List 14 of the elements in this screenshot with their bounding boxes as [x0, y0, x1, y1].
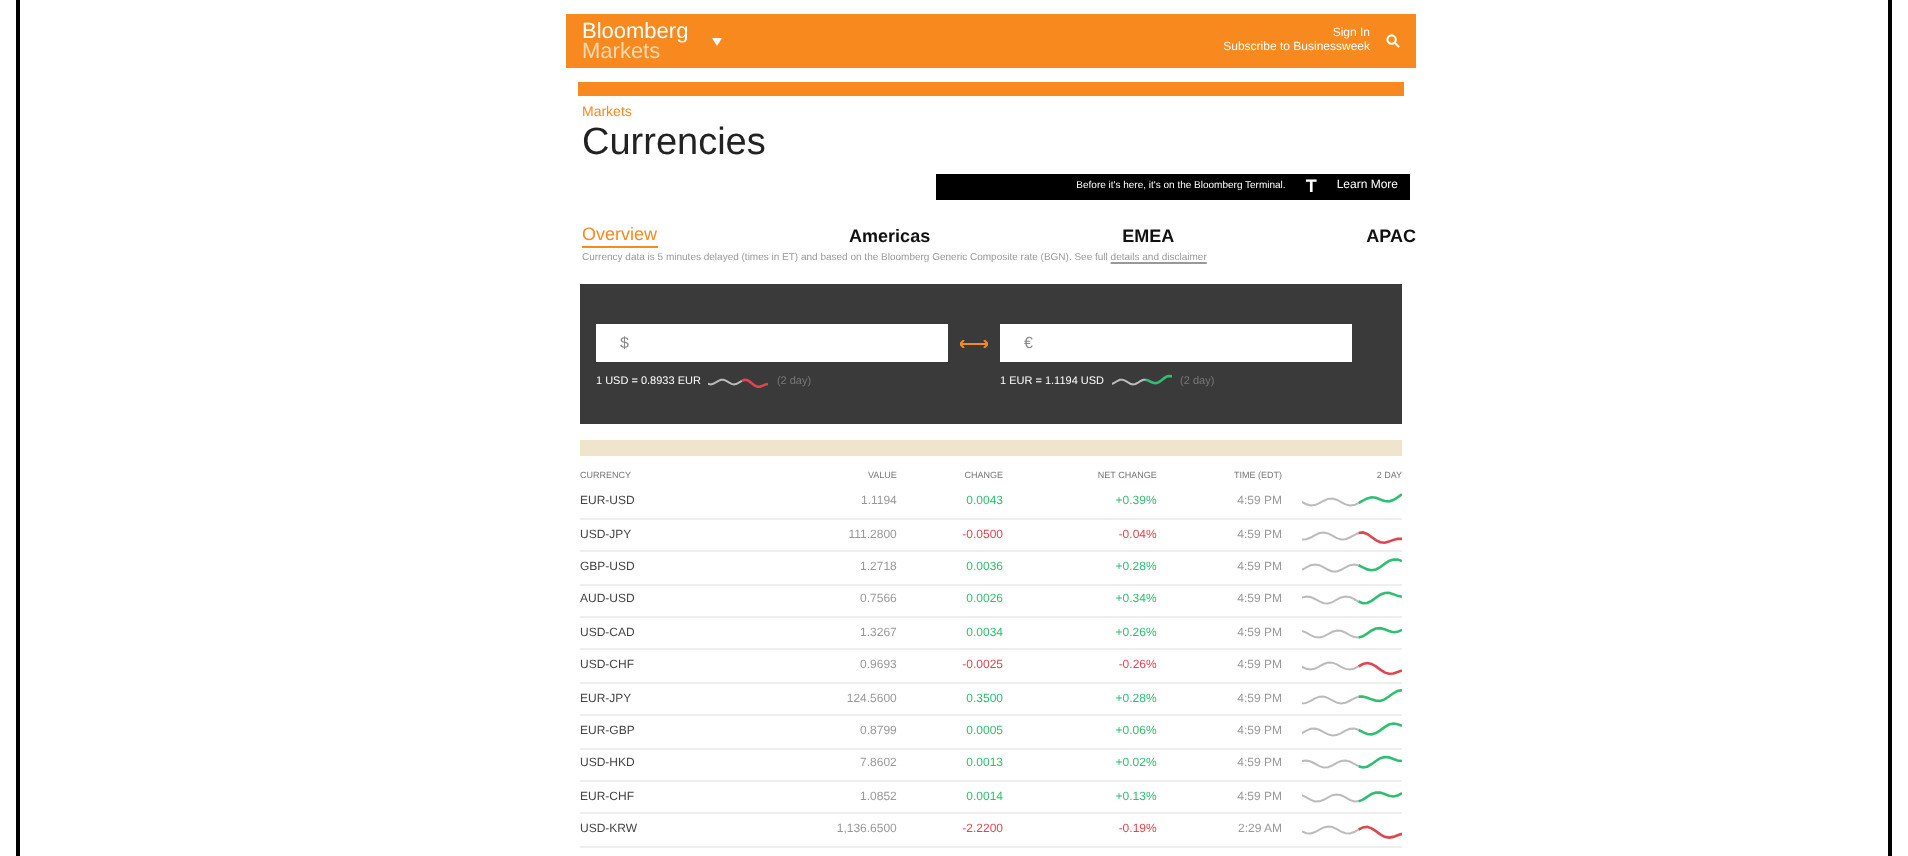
caret-icon[interactable]	[712, 37, 723, 45]
swap-arrow-icon[interactable]	[960, 340, 988, 348]
search-icon[interactable]	[1386, 34, 1400, 48]
amount-field[interactable]: €	[1000, 324, 1352, 362]
region-tab[interactable]: EMEA	[1122, 226, 1175, 248]
amount-field[interactable]: $	[596, 324, 948, 362]
region-tab[interactable]: Americas	[849, 226, 931, 248]
page-title: Currencies	[582, 122, 768, 166]
currency-symbol: $	[620, 331, 629, 355]
terminal-logo: T	[1305, 178, 1317, 196]
sparkline-drawing	[1112, 374, 1173, 391]
sparkline-drawing	[708, 374, 769, 391]
currency-symbol: €	[1024, 331, 1033, 355]
region-tab[interactable]: APAC	[1366, 226, 1416, 248]
